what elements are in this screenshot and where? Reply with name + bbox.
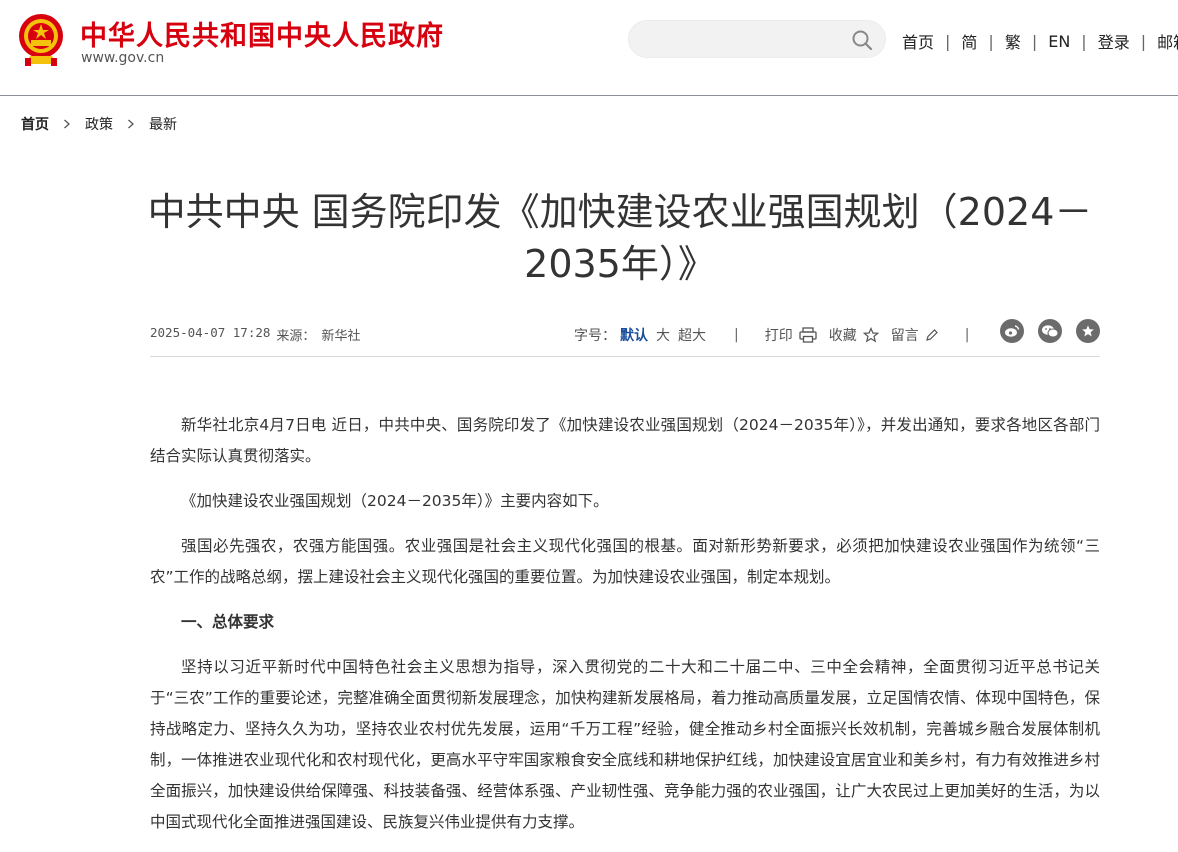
nav-separator: | <box>1140 31 1147 51</box>
section-heading: 一、总体要求 <box>181 613 275 631</box>
article-paragraph: 坚持以习近平新时代中国特色社会主义思想为指导，深入贯彻党的二十大和二十届二中、三… <box>150 658 1100 831</box>
nav-separator: | <box>1081 31 1087 51</box>
source-label: 来源： <box>276 329 316 344</box>
nav-separator: | <box>945 31 951 51</box>
article-paragraph: 强国必先强农，农强方能国强。农业强国是社会主义现代化强国的根基。面对新形势新要求… <box>150 537 1100 586</box>
site-header: 中华人民共和国中央人民政府 www.gov.cn 首页 | 简 | 繁 | EN… <box>0 0 1178 95</box>
national-emblem-icon[interactable] <box>16 12 66 68</box>
breadcrumb-policy[interactable]: 政策 <box>85 114 113 134</box>
favorite-label: 收藏 <box>828 328 857 344</box>
nav-english-link[interactable]: EN <box>1048 32 1070 51</box>
pencil-icon <box>925 329 938 341</box>
share-weibo-button[interactable] <box>1000 319 1024 343</box>
search-icon[interactable] <box>851 29 873 51</box>
nav-mail-link[interactable]: 邮箱 <box>1157 29 1178 53</box>
site-title[interactable]: 中华人民共和国中央人民政府 <box>80 14 444 53</box>
chevron-right-icon <box>64 119 70 129</box>
font-size-large[interactable]: 大 <box>656 325 670 345</box>
article-tools: 字号： 默认 大 超大 | 打印 收藏 留言 | <box>574 325 969 345</box>
tools-separator: | <box>734 327 739 343</box>
weibo-icon <box>1005 325 1020 337</box>
header-divider <box>0 95 1178 96</box>
nav-traditional-link[interactable]: 繁 <box>1005 29 1021 53</box>
font-size-label: 字号： <box>574 328 616 344</box>
favorite-button[interactable]: 收藏 <box>829 325 879 345</box>
nav-login-link[interactable]: 登录 <box>1098 29 1130 53</box>
nav-separator: | <box>988 31 994 51</box>
chevron-right-icon <box>128 119 134 129</box>
publish-date: 2025-04-07 17:28 <box>150 325 271 340</box>
search-input[interactable] <box>645 29 849 51</box>
source-name: 新华社 <box>321 329 361 344</box>
publish-info: 2025-04-07 17:28 来源： 新华社 <box>150 325 360 344</box>
breadcrumb-latest[interactable]: 最新 <box>149 114 177 134</box>
breadcrumb: 首页 政策 最新 <box>21 114 177 134</box>
search-box[interactable] <box>628 20 886 58</box>
nav-simplified-link[interactable]: 简 <box>961 29 977 53</box>
font-size-xlarge[interactable]: 超大 <box>678 325 706 345</box>
article-paragraph: 新华社北京4月7日电 近日，中共中央、国务院印发了《加快建设农业强国规划（202… <box>150 416 1100 465</box>
article-meta: 2025-04-07 17:28 来源： 新华社 字号： 默认 大 超大 | 打… <box>150 319 1100 347</box>
site-url[interactable]: www.gov.cn <box>81 50 164 66</box>
comment-button[interactable]: 留言 <box>891 325 939 345</box>
share-buttons <box>1000 319 1100 343</box>
print-icon <box>799 327 817 343</box>
breadcrumb-home[interactable]: 首页 <box>21 114 49 134</box>
meta-divider <box>150 356 1100 357</box>
nav-separator: | <box>1031 31 1038 51</box>
print-label: 打印 <box>764 328 793 344</box>
tools-separator: | <box>964 327 970 343</box>
star-icon <box>1082 325 1094 337</box>
print-button[interactable]: 打印 <box>765 325 817 345</box>
wechat-icon <box>1042 325 1059 338</box>
font-size-default[interactable]: 默认 <box>620 325 648 345</box>
share-wechat-button[interactable] <box>1038 319 1062 343</box>
article-body: 新华社北京4月7日电 近日，中共中央、国务院印发了《加快建设农业强国规划（202… <box>150 410 1100 852</box>
share-favorite-button[interactable] <box>1076 319 1100 343</box>
top-nav: 首页 | 简 | 繁 | EN | 登录 | 邮箱 <box>902 29 1178 53</box>
article-title: 中共中央 国务院印发《加快建设农业强国规划（2024－2035年）》 <box>147 190 1093 286</box>
comment-label: 留言 <box>890 328 919 344</box>
nav-home-link[interactable]: 首页 <box>902 29 934 53</box>
article-paragraph: 《加快建设农业强国规划（2024－2035年）》主要内容如下。 <box>181 492 609 510</box>
star-outline-icon <box>862 327 879 343</box>
